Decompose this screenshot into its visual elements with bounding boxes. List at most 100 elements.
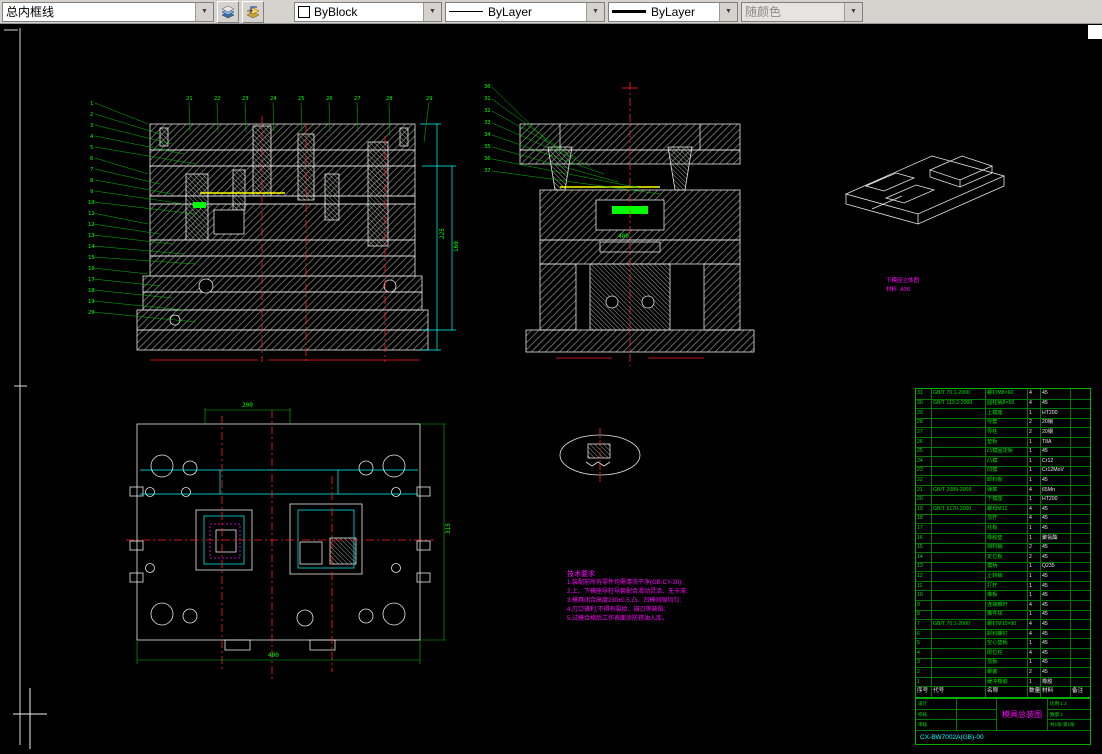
bom-cell: 定位板: [985, 553, 1027, 562]
bom-cell: 2: [917, 668, 920, 675]
bom-cell: [1070, 668, 1090, 677]
bom-cell: [1070, 447, 1090, 457]
bom-cell: 19: [917, 505, 923, 512]
linetype-combo[interactable]: ByLayer ▼: [445, 1, 605, 22]
bom-cell: [1070, 649, 1090, 658]
plan-view: [126, 410, 434, 680]
layer-previous-button[interactable]: [242, 0, 264, 23]
bom-row: 24 凸模 1 Cr12: [916, 456, 1090, 466]
bom-row: 3 顶板 1 45: [916, 657, 1090, 668]
bom-cell: 顶板: [985, 658, 1027, 668]
bom-cell: [931, 553, 985, 562]
bom-cell: 凸模: [985, 457, 1027, 466]
bom-cell: 29: [917, 409, 923, 416]
bom-cell: 4: [1027, 485, 1040, 495]
bom-cell: [931, 409, 985, 418]
bom-row: 7 GB/T 70.1-2000 螺钉M10×90 4 45: [916, 619, 1090, 629]
model-space-canvas[interactable]: 1 2 3 4 5 6 7 8 9 10 11 12 13 14 15 16 17 18 19 20 21 22 23 24 2…: [0, 24, 1102, 749]
svg-text:400: 400: [618, 233, 629, 240]
bom-cell: 1: [1027, 572, 1040, 581]
lineweight-combo[interactable]: ByLayer ▼: [608, 1, 738, 22]
svg-text:25: 25: [298, 96, 305, 102]
bom-cell: 1: [1027, 658, 1040, 668]
bom-row: 29 上模座 1 HT200: [916, 408, 1090, 418]
bom-cell: Cr12: [1040, 457, 1070, 466]
isometric-view: [844, 155, 1006, 225]
bom-cell: 45: [1040, 629, 1070, 639]
svg-text:200: 200: [242, 402, 253, 409]
bom-cell: [931, 591, 985, 601]
chevron-down-icon[interactable]: ▼: [195, 2, 213, 21]
bom-cell: 14: [917, 553, 923, 560]
bom-cell: 卸料板: [985, 476, 1027, 485]
color-combo[interactable]: ByBlock ▼: [294, 1, 442, 22]
bom-cell: [1070, 418, 1090, 428]
bom-cell: [1070, 505, 1090, 514]
bom-cell: 11: [917, 582, 923, 589]
bom-cell: 45: [1040, 543, 1070, 553]
bom-cell: GB/T 2089-2009: [931, 485, 985, 495]
side-section-view: [519, 82, 755, 366]
bom-cell: [931, 428, 985, 437]
bom-cell: 45: [1040, 610, 1070, 620]
svg-text:20: 20: [88, 310, 95, 316]
bom-cell: 3: [917, 659, 920, 666]
bom-cell: 24: [917, 457, 923, 464]
bom-cell: 垫板: [985, 437, 1027, 447]
bom-cell: 螺钉M10×90: [985, 620, 1027, 629]
bom-row: 5 空心垫板 1 45: [916, 638, 1090, 649]
bom-cell: [931, 677, 985, 687]
bom-cell: [1070, 514, 1090, 524]
svg-text:18: 18: [88, 288, 95, 294]
bom-row: 13 模柄 1 Q235: [916, 561, 1090, 572]
make-object-layer-current-button[interactable]: [217, 0, 239, 23]
layer-combo[interactable]: 总内框线 ▼: [2, 1, 214, 22]
title-block-scale-area: 比例 1:2 数量 1 共1张 第1张: [1047, 699, 1090, 730]
bom-cell: [1070, 553, 1090, 562]
bom-cell: [931, 581, 985, 591]
bom-row: 23 凹模 1 Cr12MoV: [916, 465, 1090, 476]
bom-cell: [931, 601, 985, 610]
bom-cell: [1070, 399, 1090, 409]
bom-cell: 导套: [985, 418, 1027, 428]
bom-cell: [1070, 457, 1090, 466]
bom-cell: 45: [1040, 389, 1070, 399]
bom-cell: 导柱: [985, 428, 1027, 437]
bom-cell: 螺母M12: [985, 505, 1027, 514]
sheet-frame: [4, 28, 27, 745]
bom-header-cell: 名称: [985, 687, 1027, 697]
bom-cell: 8: [917, 611, 920, 618]
bom-cell: 1: [1027, 533, 1040, 543]
bom-cell: 缓冲橡胶: [985, 677, 1027, 687]
bom-cell: HT200: [1040, 409, 1070, 418]
bom-cell: 4: [917, 649, 920, 656]
svg-text:33: 33: [484, 120, 491, 126]
bom-header-cell: 备注: [1070, 687, 1090, 697]
technical-note-line: 3.模具闭合高度230±0.5,凸、凹模间隙均匀;: [567, 598, 681, 604]
svg-text:2: 2: [90, 112, 93, 118]
chevron-down-icon[interactable]: ▼: [586, 2, 604, 21]
layer-combo-value: 总内框线: [6, 5, 55, 19]
bom-cell: [931, 572, 985, 581]
svg-text:4: 4: [90, 134, 94, 140]
bom-cell: 空心垫板: [985, 639, 1027, 649]
bom-cell: 2: [1027, 553, 1040, 562]
svg-text:6: 6: [90, 156, 93, 162]
bom-cell: 1: [1027, 591, 1040, 601]
bom-cell: 4: [1027, 389, 1040, 399]
bom-cell: 推件块: [985, 610, 1027, 620]
chevron-down-icon[interactable]: ▼: [719, 2, 737, 21]
bom-cell: [1070, 476, 1090, 485]
bom-cell: 凸模固定板: [985, 447, 1027, 457]
bom-cell: 65Mn: [1040, 485, 1070, 495]
bom-cell: 4: [1027, 514, 1040, 524]
drawing-title: 模具总装图: [1002, 710, 1042, 719]
scrollbar-corner: [1088, 25, 1102, 39]
bom-row: 18 顶杆 4 45: [916, 513, 1090, 524]
bom-cell: [1070, 562, 1090, 572]
svg-text:13: 13: [88, 233, 95, 239]
bom-cell: [931, 639, 985, 649]
bom-cell: [931, 658, 985, 668]
chevron-down-icon[interactable]: ▼: [423, 2, 441, 21]
sheet-text: 共1张 第1张: [1048, 719, 1090, 730]
